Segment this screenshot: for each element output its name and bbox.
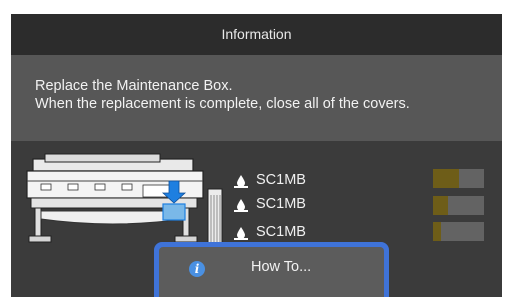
maintenance-box-name: SC1MB (256, 172, 306, 188)
gauge-fill (433, 169, 459, 188)
message-line-2: When the replacement is complete, close … (35, 96, 410, 112)
printer-illustration (26, 153, 223, 249)
maintenance-box-gauge-1 (433, 169, 484, 188)
maintenance-box-slot (162, 203, 186, 221)
how-to-button[interactable]: i How To... (154, 242, 389, 297)
maintenance-box-illustration (207, 188, 223, 249)
title-bar: Information (11, 14, 502, 55)
drop-icon (234, 227, 248, 240)
how-to-button-face[interactable]: i How To... (159, 247, 384, 297)
message-area: Replace the Maintenance Box. When the re… (11, 55, 502, 141)
page-title: Information (221, 26, 292, 42)
message-line-1: Replace the Maintenance Box. (35, 78, 233, 94)
how-to-button-label: How To... (251, 259, 312, 275)
maintenance-box-gauge-2 (433, 196, 484, 215)
maintenance-box-gauge-3 (433, 222, 484, 241)
drop-icon (234, 175, 248, 188)
maintenance-box-name: SC1MB (256, 224, 306, 240)
gauge-fill (433, 196, 449, 215)
printer-panel-screen: Information Replace the Maintenance Box.… (11, 14, 502, 297)
drop-icon (234, 199, 248, 212)
maintenance-box-name: SC1MB (256, 196, 306, 212)
info-icon: i (189, 261, 205, 277)
gauge-fill (433, 222, 441, 241)
